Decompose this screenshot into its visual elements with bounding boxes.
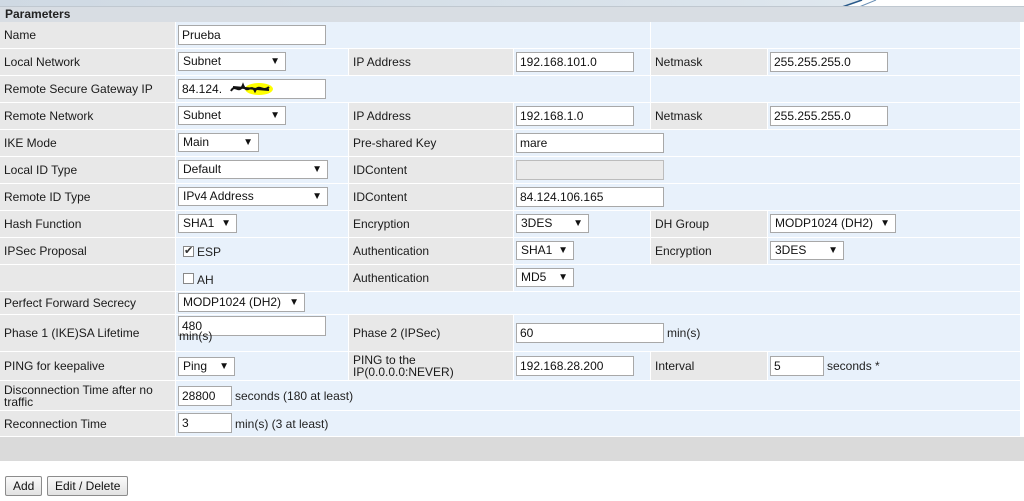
label-phase1-lifetime: Phase 1 (IKE)SA Lifetime — [4, 326, 140, 340]
ping-target-input[interactable]: 192.168.28.200 — [516, 356, 634, 376]
footer-band — [0, 437, 1024, 461]
row-ipsec-esp: IPSec Proposal ESP Authentication SHA1▼ … — [0, 238, 1024, 264]
phase1-lifetime-unit: min(s) — [179, 329, 213, 343]
chevron-down-icon: ▼ — [558, 272, 568, 283]
reconnect-unit: min(s) (3 at least) — [235, 416, 329, 431]
row-remote-id: Remote ID Type IPv4 Address ▼ IDContent 8… — [0, 184, 1024, 210]
row-remote-network: Remote Network Subnet ▼ IP Address 192.16… — [0, 103, 1024, 129]
local-id-type-select[interactable]: Default ▼ — [178, 160, 328, 179]
label-ping: PING for keepalive — [4, 359, 105, 373]
label-reconnect: Reconnection Time — [4, 416, 107, 431]
label-name: Name — [4, 28, 37, 42]
interval-input[interactable]: 5 — [770, 356, 824, 376]
local-netmask-input[interactable]: 255.255.255.0 — [770, 52, 888, 72]
remote-ip-input[interactable]: 192.168.1.0 — [516, 106, 634, 126]
chevron-down-icon: ▼ — [828, 245, 838, 256]
remote-netmask-input[interactable]: 255.255.255.0 — [770, 106, 888, 126]
label-local-id: Local ID Type — [4, 163, 78, 177]
edit-delete-button[interactable]: Edit / Delete — [47, 476, 129, 496]
label-ping-target: PING to the IP(0.0.0.0:NEVER) — [353, 353, 454, 379]
dh-group-select[interactable]: MODP1024 (DH2) ▼ — [770, 214, 896, 233]
remote-id-type-select[interactable]: IPv4 Address ▼ — [178, 187, 328, 206]
row-ike-mode: IKE Mode Main ▼ Pre-shared Key mare — [0, 130, 1024, 156]
esp-auth-select[interactable]: SHA1 ▼ — [516, 241, 574, 260]
pfs-select[interactable]: MODP1024 (DH2) ▼ — [178, 293, 305, 312]
esp-encryption-select[interactable]: 3DES ▼ — [770, 241, 844, 260]
label-psk: Pre-shared Key — [353, 136, 437, 150]
esp-label: ESP — [197, 245, 222, 259]
chevron-down-icon: ▼ — [221, 218, 231, 229]
chevron-down-icon: ▼ — [573, 218, 583, 229]
row-local-id: Local ID Type Default ▼ IDContent — [0, 157, 1024, 183]
label-remote-netmask: Netmask — [655, 109, 703, 123]
reconnect-input[interactable]: 3 — [178, 413, 232, 433]
chevron-down-icon: ▼ — [270, 56, 280, 67]
row-remote-gateway: Remote Secure Gateway IP 84.124. — [0, 76, 1024, 102]
row-pfs: Perfect Forward Secrecy MODP1024 (DH2) ▼ — [0, 292, 1024, 314]
label-encryption: Encryption — [353, 217, 410, 231]
ah-label: AH — [197, 273, 214, 287]
row-hash: Hash Function SHA1 ▼ Encryption 3DES ▼ DH … — [0, 211, 1024, 237]
row-ping: PING for keepalive Ping ▼ PING to the IP(… — [0, 352, 1024, 380]
label-esp-auth: Authentication — [353, 244, 430, 258]
chevron-down-icon: ▼ — [558, 245, 568, 256]
label-ipsec: IPSec Proposal — [4, 244, 87, 258]
add-button[interactable]: Add — [5, 476, 43, 496]
label-disconnect: Disconnection Time after no traffic — [4, 382, 153, 409]
ah-auth-select[interactable]: MD5 ▼ — [516, 268, 574, 287]
label-remote-id: Remote ID Type — [4, 190, 91, 204]
chevron-down-icon: ▼ — [289, 297, 299, 308]
label-remote-gateway: Remote Secure Gateway IP — [4, 82, 153, 96]
disconnect-input[interactable]: 28800 — [178, 386, 232, 406]
chevron-down-icon: ▼ — [312, 164, 322, 175]
label-hash: Hash Function — [4, 217, 82, 231]
label-phase2: Phase 2 (IPSec) — [353, 326, 441, 340]
label-ah-auth: Authentication — [353, 271, 430, 285]
label-dh-group: DH Group — [655, 217, 710, 231]
label-local-network: Local Network — [4, 55, 81, 69]
label-remote-idcontent: IDContent — [353, 190, 408, 204]
interval-unit: seconds * — [827, 359, 880, 373]
label-remote-network: Remote Network — [4, 109, 94, 123]
remote-idcontent-input[interactable]: 84.124.106.165 — [516, 187, 664, 207]
section-title: Parameters — [5, 7, 71, 21]
label-local-ip: IP Address — [353, 55, 411, 69]
phase2-lifetime-input[interactable]: 60 — [516, 323, 664, 343]
remote-gateway-input[interactable]: 84.124. — [178, 79, 326, 99]
row-name: Name Prueba — [0, 22, 1024, 48]
chevron-down-icon: ▼ — [270, 110, 280, 121]
local-network-type-select[interactable]: Subnet ▼ — [178, 52, 286, 71]
chevron-down-icon: ▼ — [243, 137, 253, 148]
label-pfs: Perfect Forward Secrecy — [4, 296, 137, 310]
psk-input[interactable]: mare — [516, 133, 664, 153]
row-reconnect: Reconnection Time 3 min(s) (3 at least) — [0, 411, 1024, 436]
row-ipsec-ah: AH Authentication MD5 ▼ — [0, 265, 1024, 291]
redaction-scribble — [230, 82, 273, 95]
row-lifetime: Phase 1 (IKE)SA Lifetime 480 min(s) Phas… — [0, 315, 1024, 351]
chevron-down-icon: ▼ — [880, 218, 890, 229]
local-ip-input[interactable]: 192.168.101.0 — [516, 52, 634, 72]
remote-network-type-select[interactable]: Subnet ▼ — [178, 106, 286, 125]
ping-select[interactable]: Ping ▼ — [178, 357, 235, 376]
encryption-select[interactable]: 3DES ▼ — [516, 214, 589, 233]
row-local-network: Local Network Subnet ▼ IP Address 192.168… — [0, 49, 1024, 75]
phase2-lifetime-unit: min(s) — [667, 326, 701, 340]
label-local-idcontent: IDContent — [353, 163, 408, 177]
section-header: Parameters — [0, 6, 1024, 22]
disconnect-unit: seconds (180 at least) — [235, 388, 354, 403]
label-esp-encryption: Encryption — [655, 244, 712, 258]
name-input[interactable]: Prueba — [178, 25, 326, 45]
local-idcontent-input[interactable] — [516, 160, 664, 180]
esp-checkbox[interactable] — [183, 244, 194, 257]
chevron-down-icon: ▼ — [219, 361, 229, 372]
label-remote-ip: IP Address — [353, 109, 411, 123]
row-disconnect: Disconnection Time after no traffic 2880… — [0, 381, 1024, 410]
hash-select[interactable]: SHA1 ▼ — [178, 214, 237, 233]
ike-mode-select[interactable]: Main ▼ — [178, 133, 259, 152]
label-ike-mode: IKE Mode — [4, 136, 57, 150]
ah-checkbox[interactable] — [183, 273, 194, 284]
chevron-down-icon: ▼ — [312, 191, 322, 202]
label-interval: Interval — [655, 359, 695, 373]
label-local-netmask: Netmask — [655, 55, 703, 69]
